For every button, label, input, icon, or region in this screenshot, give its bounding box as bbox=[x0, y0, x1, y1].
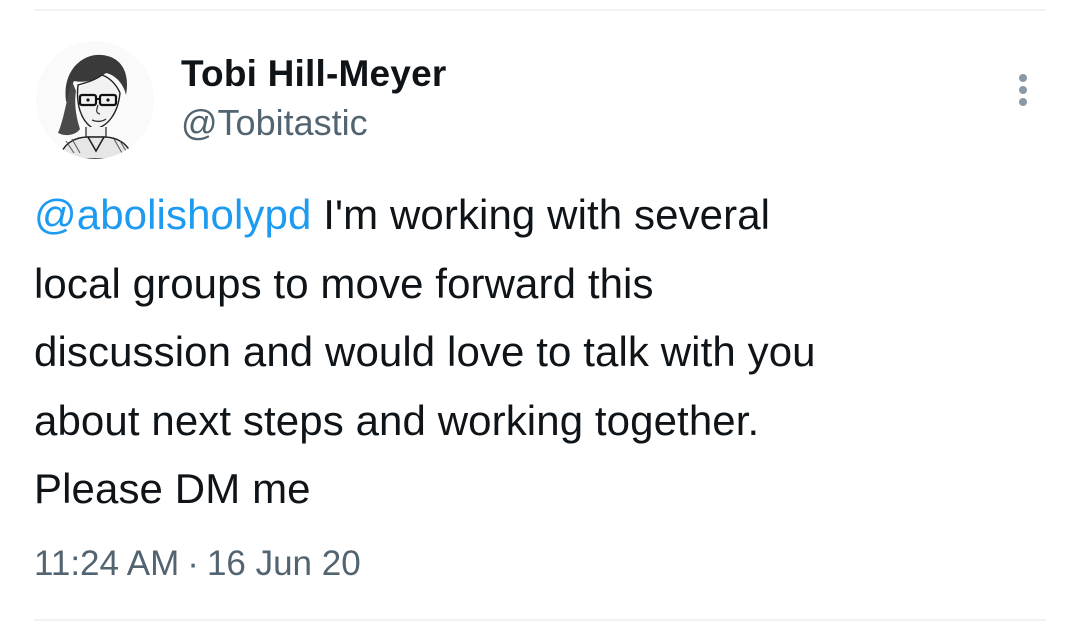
tweet-timestamp[interactable]: 11:24 AM · 16 Jun 20 bbox=[34, 541, 361, 587]
tweet-date: 16 Jun 20 bbox=[206, 544, 361, 583]
avatar[interactable] bbox=[36, 41, 154, 159]
tweet-line-text: I'm working with several bbox=[311, 191, 771, 238]
author-handle[interactable]: @Tobitastic bbox=[181, 100, 368, 146]
tweet-line: discussion and would love to talk with y… bbox=[34, 328, 816, 375]
bottom-divider bbox=[34, 619, 1046, 621]
mention-link[interactable]: @abolisholypd bbox=[34, 191, 311, 238]
meta-separator: · bbox=[187, 544, 199, 583]
sketch-portrait-avatar-icon bbox=[36, 41, 154, 159]
tweet-line: local groups to move forward this bbox=[34, 259, 654, 307]
tweet-time: 11:24 AM bbox=[34, 544, 180, 583]
more-vertical-icon bbox=[1019, 74, 1027, 106]
author-name[interactable]: Tobi Hill-Meyer bbox=[181, 51, 446, 97]
tweet-line: Please DM me bbox=[34, 465, 311, 512]
more-options-button[interactable] bbox=[1006, 66, 1040, 114]
tweet-line: about next steps and working together. bbox=[34, 396, 760, 444]
tweet-text: @abolisholypd I'm working with several l… bbox=[34, 181, 1044, 524]
tweet-line: @abolisholypd I'm working with several bbox=[34, 181, 1044, 250]
top-divider bbox=[34, 9, 1046, 11]
